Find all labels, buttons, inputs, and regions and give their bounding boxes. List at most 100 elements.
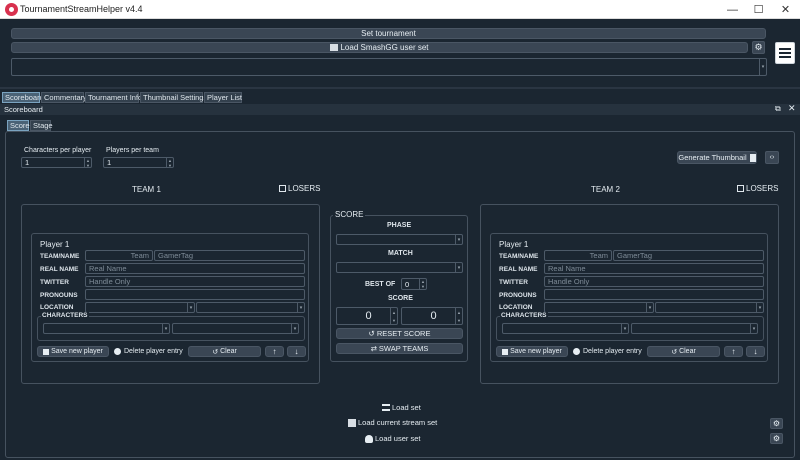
delete-player-entry-button[interactable]: Delete player entry: [114, 346, 183, 357]
real-name-input[interactable]: Real Name: [544, 263, 764, 274]
spinbox-arrows-icon[interactable]: ▲ ▼: [84, 158, 91, 167]
subtab-score[interactable]: Score: [7, 120, 30, 131]
undock-icon[interactable]: ⧉: [775, 104, 781, 114]
save-new-player-button[interactable]: Save new player: [496, 346, 568, 357]
dock-title: Scoreboard: [4, 105, 43, 114]
team-name-label: TEAM/NAME: [499, 253, 539, 260]
location-country-select[interactable]: ▾: [85, 302, 195, 313]
close-window-button[interactable]: ✕: [763, 0, 800, 19]
tab-player-list[interactable]: Player List: [204, 92, 242, 103]
characters-label: CHARACTERS: [41, 312, 89, 319]
team2-losers-checkbox[interactable]: LOSERS: [737, 184, 778, 193]
spinbox-arrows-icon[interactable]: ▲ ▼: [390, 308, 397, 324]
close-dock-icon[interactable]: ✕: [788, 103, 796, 114]
match-select[interactable]: ▾: [336, 262, 463, 273]
hamburger-menu-icon: [779, 48, 791, 50]
location-state-select[interactable]: ▾: [196, 302, 305, 313]
tab-tournament-info[interactable]: Tournament Info: [85, 92, 142, 103]
best-of-label: BEST OF: [365, 281, 396, 288]
spinbox-arrows-icon[interactable]: ▲ ▼: [419, 279, 426, 289]
pronouns-input[interactable]: [544, 289, 764, 300]
code-icon: ‹›: [769, 154, 775, 161]
user-set-settings-button[interactable]: ⚙: [770, 433, 783, 444]
dropdown-arrow-icon: ▾: [756, 303, 763, 312]
pronouns-input[interactable]: [85, 289, 305, 300]
main-menu-button[interactable]: [775, 42, 795, 64]
tab-thumbnail-settings[interactable]: Thumbnail Settings: [140, 92, 207, 103]
swap-teams-button[interactable]: ⇄ SWAP TEAMS: [336, 343, 463, 354]
save-disk-icon: [43, 348, 50, 355]
real-name-input[interactable]: Real Name: [85, 263, 305, 274]
players-per-team-spinbox[interactable]: 1 ▲ ▼: [103, 157, 174, 168]
team-prefix-input[interactable]: Team: [85, 250, 153, 261]
twitter-input[interactable]: Handle Only: [85, 276, 305, 287]
load-user-set-button[interactable]: Load user set: [365, 434, 420, 443]
dropdown-arrow-icon: ▾: [455, 235, 462, 244]
clear-button[interactable]: ↺ Clear: [188, 346, 261, 357]
checkbox-icon: [737, 185, 744, 192]
reset-score-button[interactable]: ↺ RESET SCORE: [336, 328, 463, 339]
team1-title: TEAM 1: [132, 185, 161, 194]
dropdown-arrow-icon: ▾: [187, 303, 194, 312]
dropdown-arrow-icon: ▾: [750, 324, 757, 333]
location-label: LOCATION: [40, 304, 74, 311]
code-view-button[interactable]: ‹›: [765, 151, 779, 164]
top-divider: [0, 87, 800, 89]
gamertag-input[interactable]: GamerTag: [154, 250, 305, 261]
clear-button[interactable]: ↺ Clear: [647, 346, 720, 357]
tab-scoreboard[interactable]: Scoreboard: [2, 92, 44, 103]
move-up-button[interactable]: ↑: [724, 346, 743, 357]
team-prefix-input[interactable]: Team: [544, 250, 612, 261]
team1-losers-checkbox[interactable]: LOSERS: [279, 184, 320, 193]
gamertag-input[interactable]: GamerTag: [613, 250, 764, 261]
phase-select[interactable]: ▾: [336, 234, 463, 245]
generate-thumbnail-button[interactable]: Generate Thumbnail: [677, 151, 757, 164]
load-current-stream-set-button[interactable]: Load current stream set: [348, 418, 437, 427]
team1-player-card: Player 1 TEAM/NAME Team GamerTag REAL NA…: [31, 233, 309, 362]
set-tournament-button[interactable]: Set tournament: [11, 28, 766, 39]
gear-icon: ⚙: [772, 434, 781, 443]
url-dropdown-arrow-icon[interactable]: ▾: [759, 59, 766, 75]
characters-per-player-spinbox[interactable]: 1 ▲ ▼: [21, 157, 92, 168]
subtab-stage[interactable]: Stage: [30, 120, 53, 131]
tournament-url-field[interactable]: ▾: [11, 58, 767, 76]
location-country-select[interactable]: ▾: [544, 302, 654, 313]
dropdown-arrow-icon: ▾: [291, 324, 298, 333]
spinbox-arrows-icon[interactable]: ▲ ▼: [166, 158, 173, 167]
dropdown-arrow-icon: ▾: [621, 324, 628, 333]
character-skin-select[interactable]: ▾: [172, 323, 299, 334]
player-title: Player 1: [40, 240, 70, 249]
move-down-button[interactable]: ↓: [746, 346, 765, 357]
file-icon: [749, 153, 756, 162]
characters-group: CHARACTERS ▾ ▾: [37, 312, 305, 341]
load-smashgg-label: Load SmashGG user set: [340, 43, 429, 52]
load-smashgg-set-button[interactable]: Load SmashGG user set: [11, 42, 748, 53]
load-set-button[interactable]: Load set: [382, 403, 421, 412]
pronouns-label: PRONOUNS: [499, 292, 537, 299]
checkbox-icon: [279, 185, 286, 192]
delete-player-entry-button[interactable]: Delete player entry: [573, 346, 642, 357]
character-select[interactable]: ▾: [502, 323, 629, 334]
stream-set-settings-button[interactable]: ⚙: [770, 418, 783, 429]
character-select[interactable]: ▾: [43, 323, 170, 334]
tab-commentary[interactable]: Commentary: [41, 92, 87, 103]
team2-score-spinbox[interactable]: 0 ▲ ▼: [401, 307, 463, 325]
swap-arrows-icon: ⇄: [370, 344, 377, 353]
save-new-player-button[interactable]: Save new player: [37, 346, 109, 357]
dropdown-arrow-icon: ▾: [297, 303, 304, 312]
team1-score-spinbox[interactable]: 0 ▲ ▼: [336, 307, 398, 325]
spinbox-arrows-icon[interactable]: ▲ ▼: [455, 308, 462, 324]
move-up-button[interactable]: ↑: [265, 346, 284, 357]
character-skin-select[interactable]: ▾: [631, 323, 758, 334]
twitter-input[interactable]: Handle Only: [544, 276, 764, 287]
location-label: LOCATION: [499, 304, 533, 311]
phase-label: PHASE: [387, 222, 412, 229]
move-down-button[interactable]: ↓: [287, 346, 306, 357]
pronouns-label: PRONOUNS: [40, 292, 78, 299]
real-name-label: REAL NAME: [40, 266, 79, 273]
settings-gear-button[interactable]: ⚙: [752, 41, 765, 54]
gear-icon: ⚙: [772, 419, 781, 428]
team2-player-card: Player 1 TEAM/NAME Team GamerTag REAL NA…: [490, 233, 768, 362]
location-state-select[interactable]: ▾: [655, 302, 764, 313]
best-of-spinbox[interactable]: 0 ▲ ▼: [401, 278, 427, 290]
